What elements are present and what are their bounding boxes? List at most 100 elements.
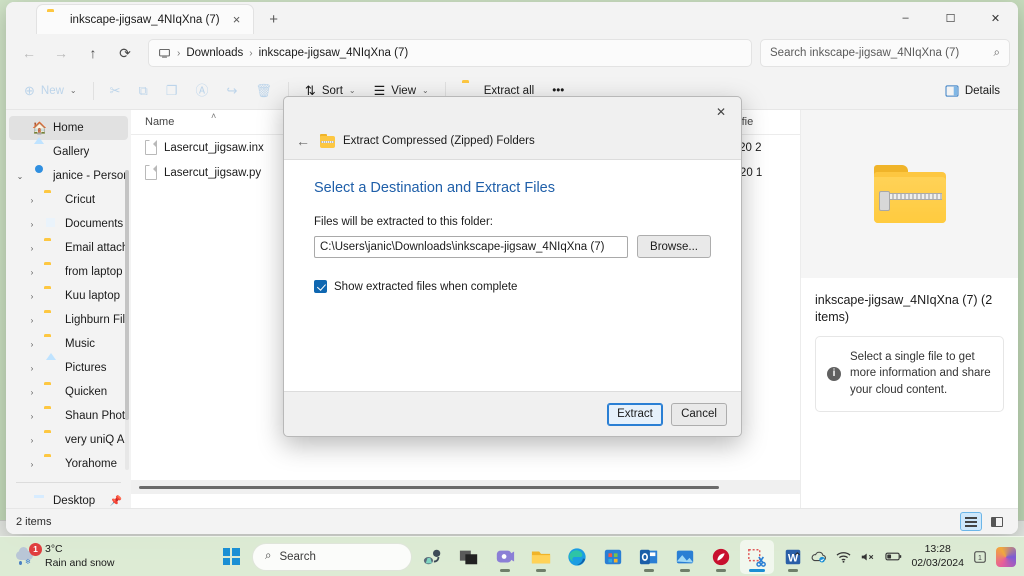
- details-toggle-button[interactable]: Details: [937, 77, 1008, 105]
- sidebar-item-label: very uniQ Acc: [65, 434, 128, 446]
- chevron-down-icon: ⌄: [69, 86, 77, 95]
- cut-button[interactable]: ✂: [102, 77, 129, 105]
- new-tab-button[interactable]: +: [264, 9, 284, 29]
- folder-icon: [44, 336, 60, 352]
- extract-dialog: ✕ ← Extract Compressed (Zipped) Folders …: [283, 96, 742, 437]
- chevron-right-icon[interactable]: ›: [25, 436, 39, 445]
- extract-button[interactable]: Extract: [607, 402, 663, 426]
- clock[interactable]: 13:28 02/03/2024: [911, 543, 964, 569]
- battery-icon[interactable]: [885, 551, 902, 562]
- tile-view-button[interactable]: [986, 512, 1008, 531]
- sidebar-item-desktop[interactable]: Desktop 📌: [9, 489, 128, 508]
- copilot-app-icon[interactable]: [416, 540, 450, 574]
- copilot-tray-icon[interactable]: [996, 546, 1016, 567]
- sidebar-item-yorahome[interactable]: › Yorahome: [9, 452, 128, 476]
- sidebar-item-very-uniq-acc[interactable]: › very uniQ Acc: [9, 428, 128, 452]
- copy-button[interactable]: ⧉: [131, 77, 156, 105]
- chevron-up-icon[interactable]: ⌃: [792, 550, 802, 564]
- chevron-right-icon[interactable]: ›: [25, 196, 39, 205]
- microsoft-store-icon[interactable]: [596, 540, 630, 574]
- desktop-icon: [32, 493, 48, 508]
- share-button[interactable]: ↪: [219, 77, 246, 105]
- sidebar-item-lighburn-files[interactable]: › Lighburn Files: [9, 308, 128, 332]
- cancel-button[interactable]: Cancel: [671, 402, 727, 426]
- sidebar-item-documents[interactable]: › Documents: [9, 212, 128, 236]
- sidebar-item-janice-persona[interactable]: ⌄ janice - Persona: [9, 164, 128, 188]
- recording-app-icon[interactable]: [704, 540, 738, 574]
- dialog-content: Select a Destination and Extract Files F…: [284, 159, 741, 392]
- chevron-right-icon[interactable]: ›: [25, 412, 39, 421]
- onedrive-icon: [32, 168, 48, 184]
- chevron-right-icon[interactable]: ›: [25, 340, 39, 349]
- paste-button[interactable]: ❐: [158, 77, 186, 105]
- navigation-sidebar[interactable]: ›🏠Home›Gallery⌄janice - Persona›Cricut›D…: [6, 110, 131, 508]
- maximize-button[interactable]: ☐: [928, 2, 973, 34]
- chevron-right-icon[interactable]: ›: [25, 460, 39, 469]
- documents-icon: [44, 216, 60, 232]
- explorer-tab[interactable]: inkscape-jigsaw_4NIqXna (7) ×: [36, 4, 254, 34]
- teams-icon[interactable]: [488, 540, 522, 574]
- dialog-close-button[interactable]: ✕: [705, 101, 737, 123]
- horizontal-scrollbar-thumb[interactable]: [139, 485, 719, 489]
- breadcrumb-item-downloads[interactable]: Downloads: [186, 47, 243, 59]
- chevron-right-icon[interactable]: ›: [25, 388, 39, 397]
- onedrive-sync-icon[interactable]: [811, 550, 827, 564]
- clock-date: 02/03/2024: [911, 556, 964, 569]
- dialog-back-button[interactable]: ←: [294, 133, 312, 149]
- chevron-down-icon[interactable]: ⌄: [13, 172, 27, 181]
- destination-row: C:\Users\janic\Downloads\inkscape-jigsaw…: [314, 235, 711, 258]
- sidebar-item-kuu-laptop[interactable]: › Kuu laptop: [9, 284, 128, 308]
- notification-bell-icon[interactable]: 1: [973, 550, 987, 564]
- chevron-right-icon[interactable]: ›: [25, 316, 39, 325]
- sidebar-item-music[interactable]: › Music: [9, 332, 128, 356]
- folder-icon: [44, 264, 60, 280]
- show-extracted-checkbox-row[interactable]: Show extracted files when complete: [314, 280, 711, 293]
- photos-icon[interactable]: [668, 540, 702, 574]
- forward-button[interactable]: →: [46, 39, 76, 67]
- microsoft-edge-icon[interactable]: [560, 540, 594, 574]
- list-view-button[interactable]: [960, 512, 982, 531]
- close-button[interactable]: ✕: [973, 2, 1018, 34]
- search-input[interactable]: Search inkscape-jigsaw_4NIqXna (7) ⌕: [760, 39, 1010, 67]
- up-button[interactable]: ↑: [78, 39, 108, 67]
- sidebar-item-pictures[interactable]: › Pictures: [9, 356, 128, 380]
- rename-button[interactable]: Ⓐ: [187, 77, 216, 105]
- minimize-button[interactable]: –: [883, 2, 928, 34]
- destination-path-input[interactable]: C:\Users\janic\Downloads\inkscape-jigsaw…: [314, 235, 628, 258]
- folder-icon: [44, 192, 60, 208]
- chevron-right-icon[interactable]: ›: [25, 220, 39, 229]
- breadcrumb-item-current[interactable]: inkscape-jigsaw_4NIqXna (7): [259, 47, 409, 59]
- volume-muted-icon[interactable]: [860, 551, 876, 563]
- wifi-icon[interactable]: [836, 551, 851, 563]
- snipping-tool-icon[interactable]: [740, 539, 774, 574]
- delete-button[interactable]: 🗑: [247, 77, 280, 105]
- weather-widget[interactable]: ❄ 1 3°C Rain and snow: [6, 539, 124, 575]
- file-explorer-icon[interactable]: [524, 540, 558, 574]
- sidebar-item-from-laptop[interactable]: › from laptop: [9, 260, 128, 284]
- folder-icon: [44, 288, 60, 304]
- chevron-right-icon[interactable]: ›: [25, 244, 39, 253]
- sidebar-item-cricut[interactable]: › Cricut: [9, 188, 128, 212]
- sidebar-item-home[interactable]: ›🏠Home: [9, 116, 128, 140]
- task-view-icon[interactable]: [452, 540, 486, 574]
- chevron-right-icon[interactable]: ›: [25, 364, 39, 373]
- chevron-right-icon[interactable]: ›: [25, 268, 39, 277]
- taskbar-search[interactable]: ⌕ Search: [252, 542, 412, 571]
- new-label: New: [40, 84, 64, 97]
- breadcrumb[interactable]: › Downloads › inkscape-jigsaw_4NIqXna (7…: [148, 39, 752, 67]
- sidebar-item-gallery[interactable]: ›Gallery: [9, 140, 128, 164]
- sidebar-item-quicken[interactable]: › Quicken: [9, 380, 128, 404]
- browse-button[interactable]: Browse...: [637, 235, 711, 258]
- refresh-button[interactable]: ⟳: [110, 39, 140, 67]
- sidebar-scrollbar-thumb[interactable]: [125, 170, 129, 420]
- horizontal-scrollbar[interactable]: [131, 480, 800, 494]
- chevron-right-icon[interactable]: ›: [25, 292, 39, 301]
- show-extracted-checkbox[interactable]: [314, 280, 327, 293]
- new-button[interactable]: ⊕ New ⌄: [16, 77, 85, 105]
- tab-close-icon[interactable]: ×: [227, 10, 247, 30]
- sidebar-item-shaun-photos[interactable]: › Shaun Photos: [9, 404, 128, 428]
- sidebar-item-email-attachm[interactable]: › Email attachm: [9, 236, 128, 260]
- outlook-icon[interactable]: [632, 540, 666, 574]
- back-button[interactable]: ←: [14, 39, 44, 67]
- start-button[interactable]: [214, 540, 248, 574]
